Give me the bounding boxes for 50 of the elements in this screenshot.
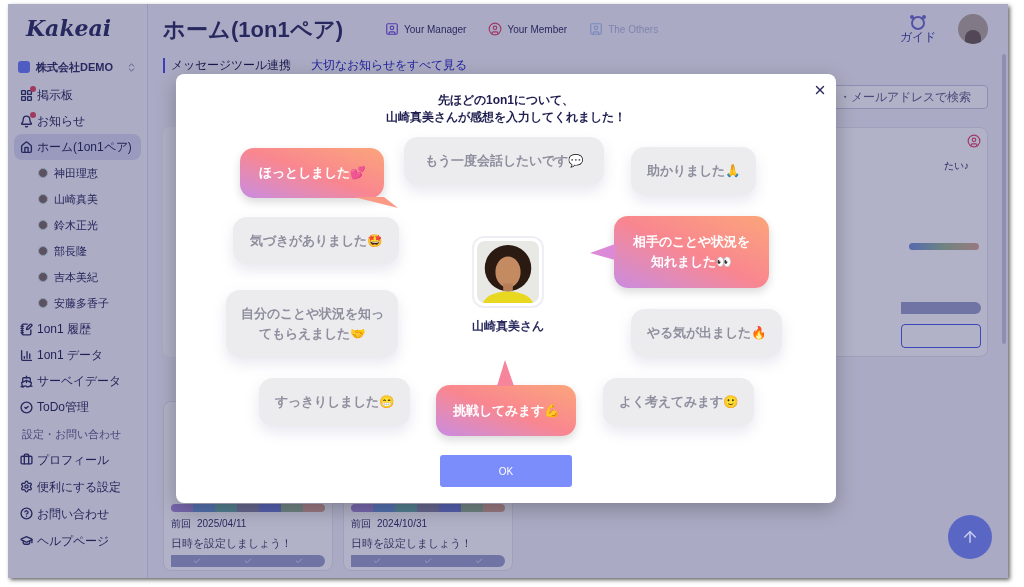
member-name: 神田理恵	[54, 165, 98, 181]
member-name: 安藤多香子	[54, 295, 109, 311]
hint-text: 日時を設定しましょう！	[171, 535, 293, 551]
sidebar-item-label: サーベイデータ	[37, 373, 121, 390]
member-name: 部長隆	[54, 243, 87, 259]
notices-link[interactable]: 大切なお知らせをすべて見る	[311, 58, 467, 73]
dialog-message: 先ほどの1on1について、	[438, 92, 574, 109]
member-name: 吉本美紀	[54, 269, 98, 285]
sidebar-item[interactable]: ToDo管理	[14, 394, 141, 420]
hint-text: 日時を設定しましょう！	[351, 535, 473, 551]
sidebar-item-label: 掲示板	[37, 87, 73, 104]
sidebar-item[interactable]: 掲示板	[14, 82, 141, 108]
sidebar-item-label: 1on1 履歴	[37, 321, 92, 338]
sidebar-item-label: お問い合わせ	[37, 505, 109, 523]
sidebar-subitem[interactable]: 鈴木正光	[14, 212, 141, 238]
sidebar-item[interactable]: ホーム(1on1ペア)	[14, 134, 141, 160]
card-text: たい♪	[944, 159, 970, 173]
role-tab[interactable]: Your Member	[488, 21, 568, 37]
member-name: 鈴木正光	[54, 217, 98, 233]
sidebar-subitem[interactable]: 山崎真美	[14, 186, 141, 212]
last-meeting-date: 前回 2025/04/11	[171, 516, 248, 531]
sidebar-item[interactable]: サーベイデータ	[14, 368, 141, 394]
sidebar-item[interactable]: ヘルプページ	[14, 527, 141, 554]
sidebar-item[interactable]: プロフィール	[14, 446, 141, 473]
sidebar-item[interactable]: 1on1 データ	[14, 342, 141, 368]
last-meeting-date: 前回 2024/10/31	[351, 516, 429, 531]
sidebar-item[interactable]: お知らせ	[14, 108, 141, 134]
dialog-message: 山崎真美さんが感想を入力してくれました！	[386, 109, 626, 126]
role-tab[interactable]: Your Manager	[385, 21, 467, 37]
member-name: 山崎真美	[54, 191, 98, 207]
sidebar-item-label: ToDo管理	[37, 399, 89, 416]
sidebar-subitem[interactable]: 部長隆	[14, 238, 141, 264]
section-label: 設定・お問い合わせ	[21, 427, 122, 442]
sidebar-item[interactable]: 便利にする設定	[14, 473, 141, 500]
sidebar-item-label: ホーム(1on1ペア)	[37, 139, 132, 156]
sidebar-subitem[interactable]: 安藤多香子	[14, 290, 141, 316]
company-selector[interactable]: 株式会社DEMO	[14, 52, 141, 82]
sidebar-item-label: お知らせ	[37, 113, 85, 130]
sidebar-item-label: ヘルプページ	[37, 532, 109, 550]
sidebar-subitem[interactable]: 神田理恵	[14, 160, 141, 186]
sidebar-item[interactable]: 1on1 履歴	[14, 316, 141, 342]
person-name: 山崎真美さん	[471, 318, 545, 335]
sidebar-item-label: プロフィール	[37, 451, 109, 469]
sidebar-item-label: 1on1 データ	[37, 347, 104, 364]
sidebar-item[interactable]: お問い合わせ	[14, 500, 141, 527]
page-title: ホーム(1on1ペア)	[163, 15, 343, 44]
sidebar-item-label: 便利にする設定	[37, 478, 121, 496]
guide-button[interactable]: ガイド	[900, 14, 936, 44]
logo: Kakeai	[24, 13, 113, 43]
sidebar-subitem[interactable]: 吉本美紀	[14, 264, 141, 290]
